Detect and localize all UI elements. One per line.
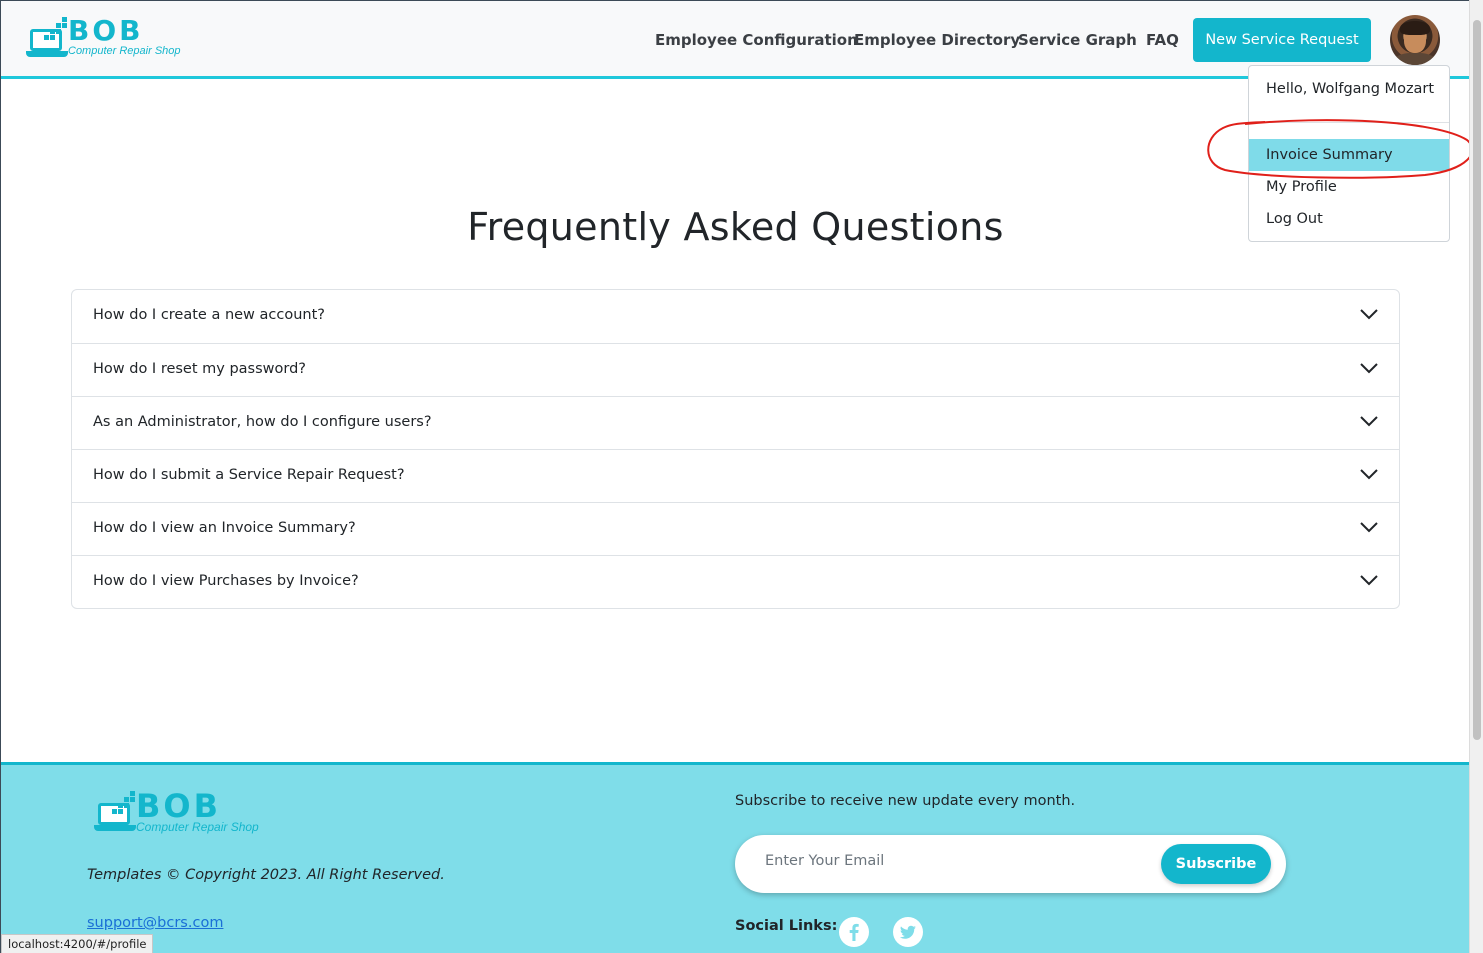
chevron-down-icon — [1360, 469, 1378, 480]
copyright-text: Templates © Copyright 2023. All Right Re… — [87, 867, 445, 883]
chevron-down-icon — [1360, 416, 1378, 427]
new-service-request-button[interactable]: New Service Request — [1193, 18, 1371, 62]
subscribe-text: Subscribe to receive new update every mo… — [735, 793, 1076, 809]
vertical-scrollbar[interactable] — [1469, 0, 1483, 953]
brand-tagline: Computer Repair Shop — [136, 820, 259, 834]
subscribe-form: Subscribe — [735, 835, 1286, 893]
user-greeting: Hello, Wolfgang Mozart — [1266, 81, 1435, 97]
faq-question: As an Administrator, how do I configure … — [93, 414, 432, 430]
scrollbar-thumb[interactable] — [1473, 20, 1481, 740]
page-title: Frequently Asked Questions — [467, 205, 1004, 249]
faq-question: How do I view an Invoice Summary? — [93, 520, 356, 536]
chevron-down-icon — [1360, 363, 1378, 374]
brand-name: BOB — [136, 787, 221, 825]
faq-question: How do I view Purchases by Invoice? — [93, 573, 359, 589]
faq-item[interactable]: How do I submit a Service Repair Request… — [72, 449, 1399, 502]
faq-question: How do I create a new account? — [93, 307, 325, 323]
support-email-link[interactable]: support@bcrs.com — [87, 915, 223, 931]
status-bar-url: localhost:4200/#/profile — [1, 934, 154, 953]
faq-item[interactable]: How do I view an Invoice Summary? — [72, 502, 1399, 555]
site-footer: BOB Computer Repair Shop Templates © Cop… — [1, 762, 1469, 953]
social-links-label: Social Links: — [735, 918, 838, 934]
chevron-down-icon — [1360, 575, 1378, 586]
menu-item-my-profile[interactable]: My Profile — [1249, 171, 1449, 203]
chevron-down-icon — [1360, 309, 1378, 320]
chevron-down-icon — [1360, 522, 1378, 533]
subscribe-button[interactable]: Subscribe — [1161, 844, 1271, 884]
email-input[interactable] — [765, 853, 1145, 869]
faq-item[interactable]: How do I create a new account? — [72, 290, 1399, 343]
header-logo[interactable]: BOB Computer Repair Shop — [26, 17, 181, 57]
footer-logo[interactable]: BOB Computer Repair Shop — [94, 787, 259, 834]
faq-question: How do I submit a Service Repair Request… — [93, 467, 405, 483]
browser-viewport: BOB Computer Repair Shop Employee Config… — [0, 0, 1469, 953]
laptop-logo-icon — [94, 791, 138, 831]
facebook-icon[interactable] — [839, 917, 869, 947]
nav-faq[interactable]: FAQ — [1146, 31, 1179, 49]
faq-item[interactable]: As an Administrator, how do I configure … — [72, 396, 1399, 449]
twitter-icon[interactable] — [893, 917, 923, 947]
faq-item[interactable]: How do I view Purchases by Invoice? — [72, 555, 1399, 608]
dropdown-divider — [1249, 122, 1449, 123]
menu-item-invoice-summary[interactable]: Invoice Summary — [1249, 139, 1449, 171]
laptop-logo-icon — [26, 17, 70, 57]
faq-question: How do I reset my password? — [93, 361, 306, 377]
nav-employee-directory[interactable]: Employee Directory — [854, 31, 1020, 49]
faq-item[interactable]: How do I reset my password? — [72, 343, 1399, 396]
faq-accordion: How do I create a new account? How do I … — [71, 289, 1400, 609]
user-avatar[interactable] — [1390, 15, 1440, 65]
nav-employee-configuration[interactable]: Employee Configuration — [655, 31, 858, 49]
brand-tagline: Computer Repair Shop — [68, 45, 181, 57]
brand-name: BOB — [68, 14, 144, 47]
nav-service-graph[interactable]: Service Graph — [1018, 31, 1137, 49]
